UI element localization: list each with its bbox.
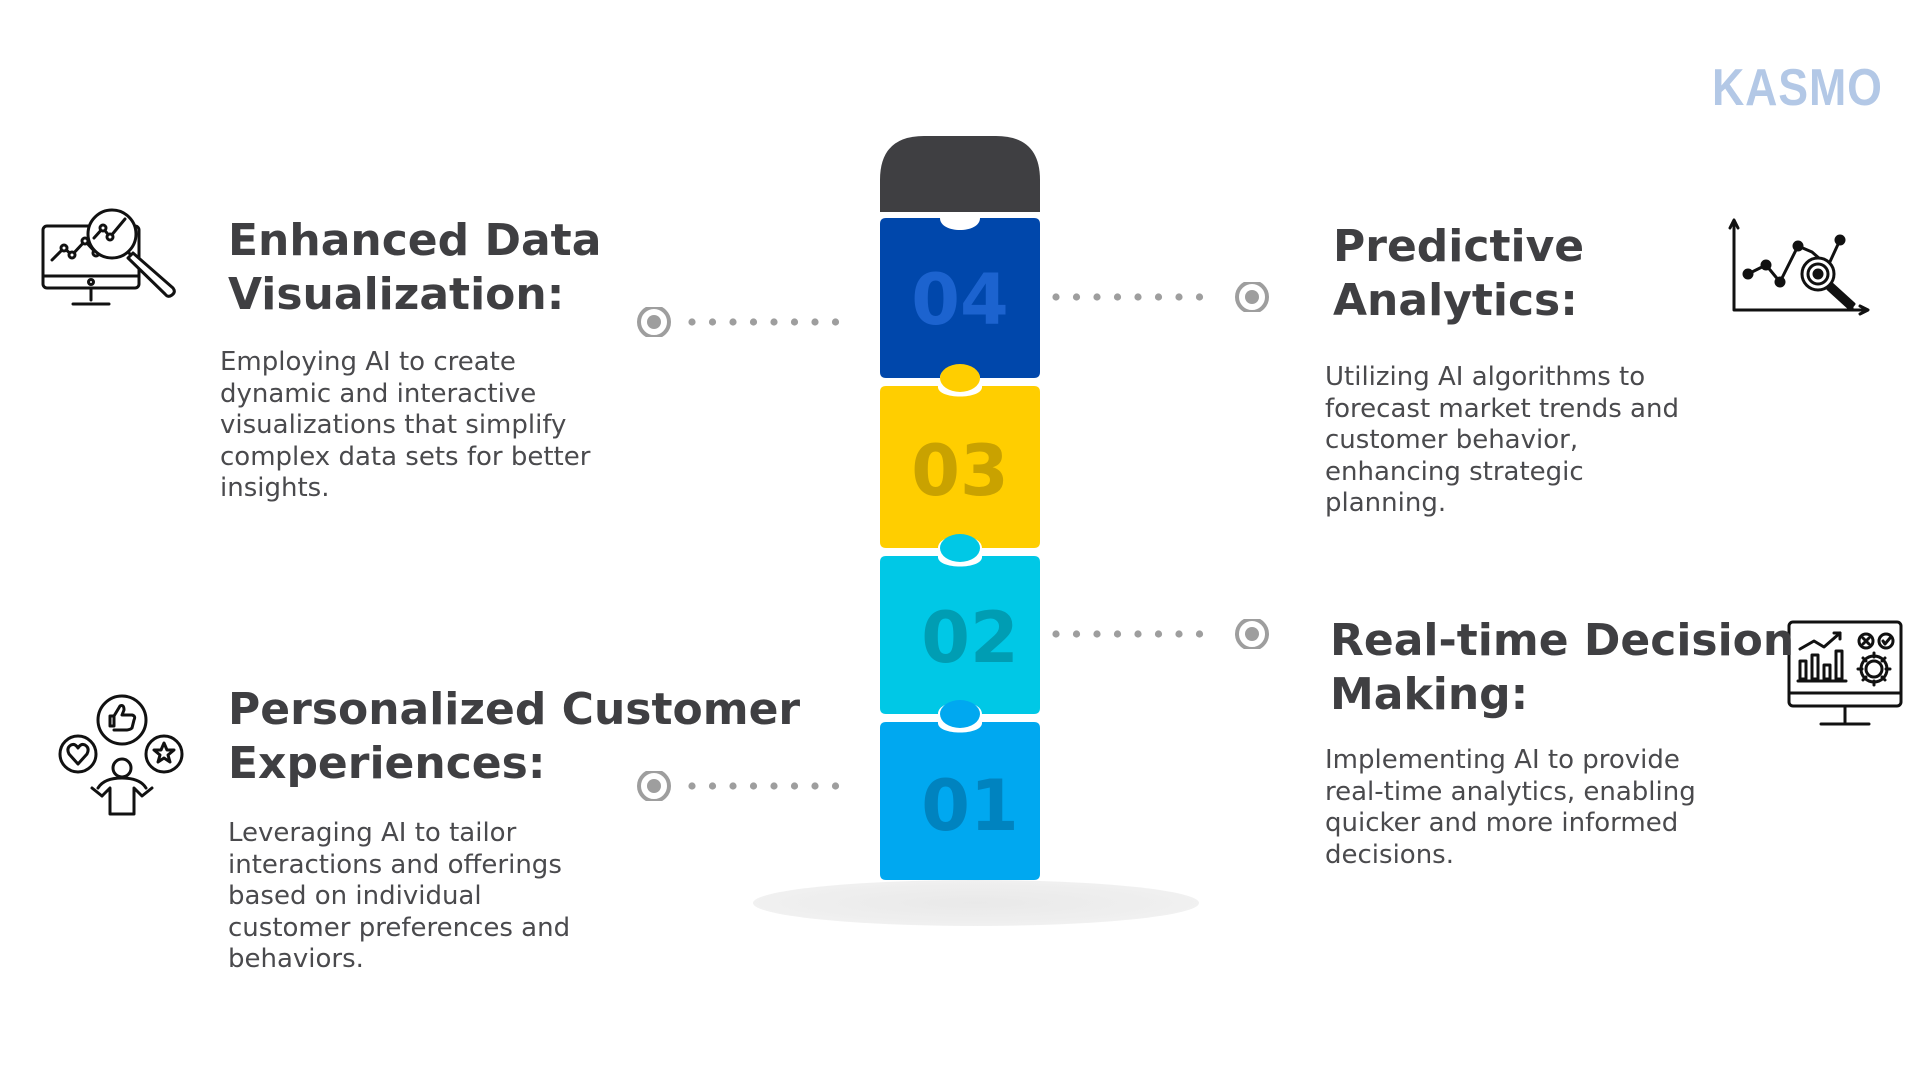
connector-dot: [790, 318, 799, 326]
connector-dot: [1072, 630, 1081, 638]
connector-dot: [1134, 293, 1142, 301]
connector-real-time-decision-making: [1048, 619, 1278, 649]
connector-dot: [729, 318, 737, 326]
description-line: based on individual: [228, 881, 482, 911]
puzzle-piece-04: 04: [880, 218, 1040, 378]
person-preferences-icon: [58, 692, 188, 822]
description-text: Employing AI to create dynamic and intera…: [220, 347, 590, 505]
connector-predictive-analytics: [1048, 282, 1278, 312]
brand-logo: KASMO: [1712, 59, 1883, 117]
heading-line: Visualization:: [228, 269, 565, 320]
connector-enhanced-data-visualization: [632, 307, 862, 337]
connector-dot: [811, 318, 819, 326]
description-line: planning.: [1325, 488, 1447, 518]
heading-line: Real-time Decision: [1330, 615, 1795, 666]
description-personalized-customer-experiences: Leveraging AI to tailor interactions and …: [228, 818, 570, 976]
connector-dot: [1113, 630, 1122, 638]
description-line: interactions and offerings: [228, 849, 562, 880]
description-line: decisions.: [1325, 839, 1454, 870]
puzzle-piece-02: 02: [880, 556, 1040, 714]
description-line: dynamic and interactive: [220, 378, 537, 409]
description-line: Utilizing AI algorithms to: [1325, 362, 1646, 392]
heading-line: Analytics:: [1333, 275, 1578, 326]
description-line: Implementing AI to provide: [1325, 745, 1680, 775]
connector-dot: [770, 318, 778, 326]
puzzle-knob: [940, 700, 980, 728]
description-text: Implementing AI to provide real-time anal…: [1325, 745, 1696, 871]
target-dot: [647, 315, 661, 329]
description-line: complex data sets for better: [220, 441, 591, 472]
connector-dot: [1072, 293, 1081, 301]
connector-dot: [1134, 630, 1142, 638]
piece-number-04: 04: [911, 259, 1008, 341]
item-personalized-customer-experiences: Personalized Customer Experiences:: [228, 683, 800, 791]
description-line: Leveraging AI to tailor: [228, 818, 517, 848]
connector-dot: [749, 318, 758, 326]
description-line: enhancing strategic: [1325, 456, 1584, 487]
piece-number-01: 01: [921, 765, 1018, 847]
description-text: Utilizing AI algorithms to forecast marke…: [1325, 362, 1679, 520]
heading-line: Experiences:: [228, 738, 546, 789]
heading-line: Making:: [1330, 669, 1529, 720]
target-dot: [1245, 627, 1259, 641]
description-text: Leveraging AI to tailor interactions and …: [228, 818, 570, 976]
heading-real-time-decision-making: Real-time Decision Making:: [1330, 614, 1794, 722]
item-predictive-analytics: Predictive Analytics:: [1333, 220, 1584, 328]
description-line: customer behavior,: [1325, 425, 1579, 455]
connector-dot: [1154, 293, 1163, 301]
target-dot: [1245, 290, 1259, 304]
heading-enhanced-data-visualization: Enhanced Data Visualization:: [228, 214, 601, 322]
connector-dot: [1195, 630, 1204, 638]
monitor-chart-magnifier-icon: [40, 208, 180, 320]
description-line: customer preferences and: [228, 912, 571, 943]
heading-line: Personalized Customer: [228, 684, 801, 735]
connector-dot: [1175, 293, 1183, 301]
description-line: quicker and more informed: [1325, 808, 1679, 838]
description-line: insights.: [220, 473, 330, 503]
monitor-dashboard-gear-icon: [1786, 619, 1906, 739]
connector-dot: [1154, 630, 1163, 638]
puzzle-piece-03: 03: [880, 386, 1040, 548]
connector-dot: [1052, 630, 1060, 638]
description-line: real-time analytics, enabling: [1325, 776, 1696, 807]
item-real-time-decision-making: Real-time Decision Making:: [1330, 614, 1794, 722]
piece-number-02: 02: [921, 597, 1018, 679]
heading-line: Predictive: [1333, 221, 1585, 272]
puzzle-cap: [880, 136, 1040, 212]
connector-dot: [688, 318, 696, 326]
description-predictive-analytics: Utilizing AI algorithms to forecast marke…: [1325, 362, 1679, 520]
item-enhanced-data-visualization: Enhanced Data Visualization:: [228, 214, 601, 322]
connector-dot: [831, 782, 840, 790]
puzzle-knob: [940, 364, 980, 392]
puzzle-stack: 04 03 02 01: [880, 136, 1040, 880]
connector-dot: [1175, 630, 1183, 638]
puzzle-knob: [940, 534, 980, 562]
connector-dot: [811, 782, 819, 790]
connector-dot: [831, 318, 840, 326]
description-enhanced-data-visualization: Employing AI to create dynamic and intera…: [220, 347, 590, 505]
description-real-time-decision-making: Implementing AI to provide real-time anal…: [1325, 745, 1696, 871]
piece-number-03: 03: [911, 430, 1008, 512]
description-line: forecast market trends and: [1325, 393, 1679, 424]
connector-dot: [1113, 293, 1122, 301]
heading-predictive-analytics: Predictive Analytics:: [1333, 220, 1584, 328]
connector-dot: [1093, 630, 1101, 638]
connector-dot: [1195, 293, 1204, 301]
puzzle-piece-01: 01: [880, 722, 1040, 880]
connector-dot: [708, 318, 717, 326]
connector-dot: [1052, 293, 1060, 301]
heading-personalized-customer-experiences: Personalized Customer Experiences:: [228, 683, 800, 791]
line-chart-target-icon: [1728, 212, 1873, 322]
description-line: Employing AI to create: [220, 347, 516, 377]
description-line: visualizations that simplify: [220, 410, 567, 440]
heading-line: Enhanced Data: [228, 215, 602, 266]
description-line: behaviors.: [228, 944, 364, 974]
connector-dot: [1093, 293, 1101, 301]
